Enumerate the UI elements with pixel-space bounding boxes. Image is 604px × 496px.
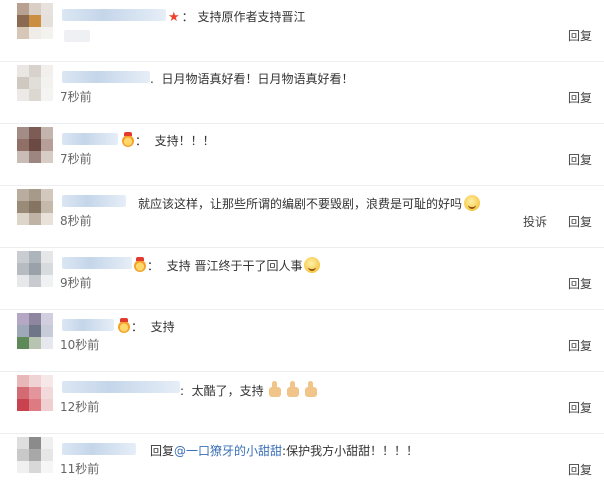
timestamp: 8秒前 — [60, 214, 92, 228]
crown-badge-icon — [122, 132, 134, 147]
comment-text-wrap: ★： 支持原作者支持晋江 — [168, 9, 306, 26]
timestamp: 12秒前 — [60, 400, 100, 414]
reply-button[interactable]: 回复 — [568, 152, 592, 168]
comment-text: 支持 — [150, 320, 175, 334]
reply-button[interactable]: 回复 — [568, 400, 592, 416]
comment-item: ： 支持 晋江终于干了回人事 9秒前 回复 — [0, 248, 604, 310]
thumbs-up-emoji-icon — [302, 381, 318, 398]
comment-text-wrap: . 日月物语真好看！日月物语真好看！ — [150, 71, 353, 87]
reply-button[interactable]: 回复 — [568, 28, 592, 44]
avatar[interactable] — [17, 375, 53, 411]
timestamp: 11秒前 — [60, 462, 100, 476]
comment-text: 支持！！！ — [154, 134, 215, 148]
comment-item: ： 支持 10秒前 回复 — [0, 310, 604, 372]
report-button[interactable]: 投诉 — [523, 214, 547, 230]
comment-text: 太酷了，支持 — [191, 384, 264, 398]
comment-separator: ： — [135, 134, 151, 148]
crown-badge-icon — [134, 257, 146, 272]
comment-item: ★： 支持原作者支持晋江 回复 — [0, 0, 604, 62]
reply-button[interactable]: 回复 — [568, 338, 592, 354]
timestamp: 7秒前 — [60, 152, 92, 166]
comment-separator: : — [180, 384, 192, 398]
username-blurred[interactable] — [62, 195, 126, 207]
timestamp: 7秒前 — [60, 90, 92, 104]
comment-item: ： 支持！！！ 7秒前 回复 — [0, 124, 604, 186]
comment-text-wrap: : 太酷了，支持 — [180, 381, 318, 399]
username-blurred[interactable] — [62, 9, 166, 21]
comment-text-wrap: ： 支持 晋江终于干了回人事 — [134, 257, 321, 274]
username-blurred[interactable] — [62, 381, 180, 393]
comment-separator: ： — [147, 259, 163, 273]
comment-item: . 日月物语真好看！日月物语真好看！ 7秒前 回复 — [0, 62, 604, 124]
mention-link[interactable]: @一口獠牙的小甜甜 — [174, 444, 282, 458]
comment-item: 就应该这样，让那些所谓的编剧不要毁剧，浪费是可耻的好吗 8秒前 投诉 回复 — [0, 186, 604, 248]
avatar[interactable] — [17, 65, 53, 101]
comment-item: 回复@一口獠牙的小甜甜:保护我方小甜甜！！！！ 11秒前 回复 — [0, 434, 604, 496]
timestamp: 9秒前 — [60, 276, 92, 290]
comment-feed: ★： 支持原作者支持晋江 回复 . 日月物语真好看！日月物语真好看！ 7秒前 回… — [0, 0, 604, 494]
timestamp: 10秒前 — [60, 338, 100, 352]
reply-button[interactable]: 回复 — [568, 90, 592, 106]
comment-text: 日月物语真好看！日月物语真好看！ — [161, 72, 354, 86]
comment-text: 支持原作者支持晋江 — [197, 10, 306, 24]
avatar[interactable] — [17, 251, 53, 287]
reply-button[interactable]: 回复 — [568, 462, 592, 478]
reply-button[interactable]: 回复 — [568, 276, 592, 292]
timestamp-blurred — [64, 30, 90, 42]
smile-emoji-icon — [304, 257, 321, 273]
comment-item: : 太酷了，支持 12秒前 回复 — [0, 372, 604, 434]
username-blurred[interactable] — [62, 443, 136, 455]
username-blurred[interactable] — [62, 257, 132, 269]
reply-button[interactable]: 回复 — [568, 214, 592, 230]
comment-text-wrap: ： 支持！！！ — [122, 132, 215, 149]
avatar[interactable] — [17, 313, 53, 349]
avatar[interactable] — [17, 3, 53, 39]
avatar[interactable] — [17, 437, 53, 473]
comment-separator: . — [150, 72, 162, 86]
comment-separator: ： — [131, 320, 147, 334]
username-blurred[interactable] — [62, 71, 150, 83]
crown-badge-icon — [118, 318, 130, 333]
comment-text-wrap: ： 支持 — [118, 318, 175, 335]
comment-text-wrap: 回复@一口獠牙的小甜甜:保护我方小甜甜！！！！ — [150, 443, 418, 459]
star-icon: ★ — [168, 10, 180, 25]
comment-text: 就应该这样，让那些所谓的编剧不要毁剧，浪费是可耻的好吗 — [138, 197, 463, 211]
comment-text-wrap: 就应该这样，让那些所谓的编剧不要毁剧，浪费是可耻的好吗 — [138, 195, 481, 212]
avatar[interactable] — [17, 127, 53, 163]
thumbs-up-emoji-icon — [284, 381, 300, 398]
grin-emoji-icon — [464, 195, 481, 211]
reply-prefix: 回复 — [150, 444, 175, 458]
username-blurred[interactable] — [62, 319, 114, 331]
avatar[interactable] — [17, 189, 53, 225]
username-blurred[interactable] — [62, 133, 118, 145]
comment-text: :保护我方小甜甜！！！！ — [282, 444, 419, 458]
comment-text: 支持 晋江终于干了回人事 — [166, 259, 303, 273]
thumbs-up-emoji-icon — [266, 381, 282, 398]
comment-separator: ： — [181, 10, 194, 24]
